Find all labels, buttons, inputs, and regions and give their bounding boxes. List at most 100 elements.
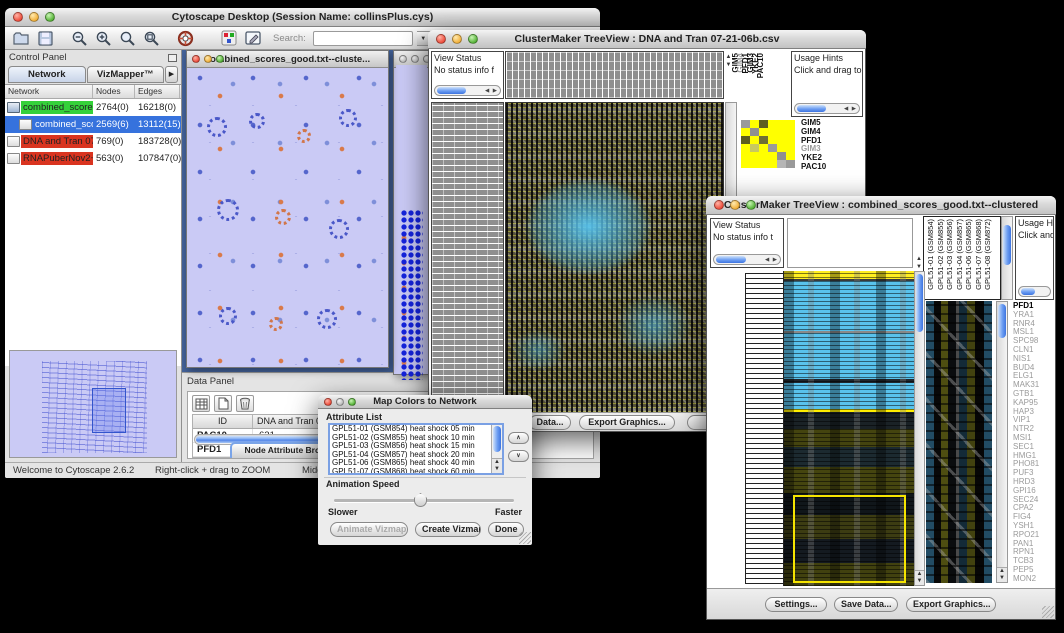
- attribute-select-icon[interactable]: [192, 395, 210, 412]
- close-button[interactable]: [399, 55, 407, 63]
- attribute-list-scrollbar[interactable]: ▲▼: [491, 425, 502, 473]
- help-lifebuoy-icon[interactable]: [175, 29, 195, 48]
- vscrollbar-arrows[interactable]: ▲▼: [997, 567, 1007, 582]
- overview-viewport-rect[interactable]: [92, 388, 126, 433]
- scrollbar-arrows[interactable]: ▲▼: [492, 458, 502, 473]
- scrollbar-arrows[interactable]: ◀ ▶: [765, 257, 780, 263]
- tab-network[interactable]: Network: [8, 66, 86, 83]
- scrollbar-thumb[interactable]: [437, 87, 466, 94]
- col-header-id[interactable]: ID: [193, 415, 253, 428]
- network-view-window[interactable]: combined_scores_good.txt--cluste...: [186, 50, 389, 368]
- minimize-button[interactable]: [452, 34, 462, 44]
- heatmap-selection-box[interactable]: [793, 495, 906, 583]
- zoom-selected-icon[interactable]: [117, 29, 137, 48]
- search-input[interactable]: [313, 31, 413, 46]
- close-button[interactable]: [192, 55, 200, 63]
- gene-name[interactable]: MON2: [1013, 575, 1039, 584]
- cluster-summary-matrix[interactable]: [741, 120, 795, 168]
- attribute-list[interactable]: GPL51-01 (GSM854) heat shock 05 minGPL51…: [328, 423, 504, 475]
- close-button[interactable]: [436, 34, 446, 44]
- scrollbar-thumb[interactable]: [716, 256, 746, 263]
- zoom-window-button[interactable]: [468, 34, 478, 44]
- scrollbar-thumb[interactable]: [797, 105, 826, 112]
- move-down-button[interactable]: ∨: [508, 450, 529, 462]
- scrollbar-arrows[interactable]: ◀ ▶: [844, 106, 859, 112]
- slider-thumb[interactable]: [414, 493, 427, 507]
- new-attribute-icon[interactable]: [214, 395, 232, 412]
- minimize-button[interactable]: [336, 398, 344, 406]
- heatmap-main[interactable]: [784, 271, 914, 586]
- minimize-button[interactable]: [730, 200, 740, 210]
- scrollbar-thumb[interactable]: [493, 426, 501, 452]
- scrollbar-arrows[interactable]: ◀ ▶: [485, 88, 500, 94]
- column-label[interactable]: GPL51-06 (GSM865): [964, 219, 974, 290]
- row-dendrogram[interactable]: [710, 271, 784, 586]
- move-up-button[interactable]: ∧: [508, 432, 529, 444]
- tab-overflow-arrow[interactable]: ▶: [165, 66, 178, 83]
- zoom-out-icon[interactable]: [69, 29, 89, 48]
- export-graphics-button[interactable]: Export Graphics...: [579, 415, 675, 430]
- close-button[interactable]: [13, 12, 23, 22]
- network-canvas[interactable]: [189, 69, 386, 365]
- heatmap-vscrollbar[interactable]: ▲▼: [914, 271, 925, 586]
- usage-hints-scrollbar[interactable]: [1018, 286, 1051, 297]
- column-label[interactable]: PAC10: [758, 53, 763, 78]
- animate-vizmap-button[interactable]: Animate Vizmap: [330, 522, 408, 537]
- minimize-button[interactable]: [29, 12, 39, 22]
- save-data-button[interactable]: Data...: [529, 415, 571, 430]
- network-list-row[interactable]: combined_scores 2764(0) 16218(0): [5, 99, 181, 116]
- export-graphics-button[interactable]: Export Graphics...: [906, 597, 996, 612]
- row-dendrogram[interactable]: [431, 102, 504, 413]
- vscrollbar-thumb[interactable]: [1003, 225, 1011, 265]
- settings-button[interactable]: Settings...: [765, 597, 827, 612]
- network-list-row[interactable]: RNAPuberNov2+| 563(0) 107847(0): [5, 150, 181, 167]
- col-header-network[interactable]: Network: [5, 85, 93, 98]
- column-label[interactable]: GPL51-08 (GSM872): [983, 219, 993, 290]
- column-label[interactable]: GPL51-01 (GSM854): [926, 219, 936, 290]
- treeview1-titlebar[interactable]: ClusterMaker TreeView : DNA and Tran 07-…: [428, 30, 866, 49]
- vscrollbar-arrows[interactable]: ▲▼: [915, 570, 924, 585]
- col-header-nodes[interactable]: Nodes: [93, 85, 135, 98]
- close-button[interactable]: [324, 398, 332, 406]
- view-status-scrollbar[interactable]: ◀ ▶: [713, 254, 781, 265]
- label-pane-arrows[interactable]: ▲▼: [915, 255, 923, 271]
- resize-grip[interactable]: [1042, 606, 1054, 618]
- gene-name[interactable]: PAC10: [801, 163, 826, 172]
- network-list-row[interactable]: DNA and Tran 07 769(0) 183728(0): [5, 133, 181, 150]
- network-overview-panel[interactable]: [9, 350, 177, 458]
- annotation-icon[interactable]: [243, 29, 263, 48]
- main-titlebar[interactable]: Cytoscape Desktop (Session Name: collins…: [5, 8, 600, 27]
- heatmap-detail[interactable]: [926, 301, 992, 583]
- zoom-in-icon[interactable]: [93, 29, 113, 48]
- zoom-window-button[interactable]: [216, 55, 224, 63]
- column-label[interactable]: GPL51-04 (GSM857): [955, 219, 965, 290]
- col-header-edges[interactable]: Edges: [135, 85, 180, 98]
- column-label[interactable]: GPL51-07 (GSM868): [974, 219, 984, 290]
- float-panel-icon[interactable]: [168, 54, 177, 62]
- resize-grip[interactable]: [519, 532, 531, 544]
- zoom-window-button[interactable]: [348, 398, 356, 406]
- vizmapper-icon[interactable]: [219, 29, 239, 48]
- save-icon[interactable]: [35, 29, 55, 48]
- vscrollbar-thumb[interactable]: [998, 304, 1006, 338]
- network-canvas-dense[interactable]: [396, 65, 427, 366]
- column-dendrogram[interactable]: [505, 51, 724, 99]
- network-list-row[interactable]: combined_sco 2569(6) 13112(15): [5, 116, 181, 133]
- column-labels-scrollbar[interactable]: [1001, 216, 1013, 300]
- zoom-window-button[interactable]: [45, 12, 55, 22]
- vscrollbar-thumb[interactable]: [916, 274, 923, 332]
- scrollbar-thumb[interactable]: [1021, 288, 1035, 295]
- zoom-window-button[interactable]: [746, 200, 756, 210]
- column-label[interactable]: GPL51-02 (GSM855): [936, 219, 946, 290]
- tab-vizmapper[interactable]: VizMapper™: [87, 66, 165, 83]
- delete-attribute-trash-icon[interactable]: [236, 395, 254, 412]
- open-folder-icon[interactable]: [11, 29, 31, 48]
- dialog-titlebar[interactable]: Map Colors to Network: [318, 395, 532, 409]
- column-label[interactable]: GPL51-03 (GSM856): [945, 219, 955, 290]
- zoom-fit-icon[interactable]: [141, 29, 161, 48]
- close-button[interactable]: [714, 200, 724, 210]
- heatmap-main[interactable]: [505, 102, 724, 413]
- detail-vscrollbar[interactable]: ▲▼: [996, 301, 1008, 583]
- create-vizmap-button[interactable]: Create Vizmap: [415, 522, 481, 537]
- network-view-window-background[interactable]: [393, 50, 430, 375]
